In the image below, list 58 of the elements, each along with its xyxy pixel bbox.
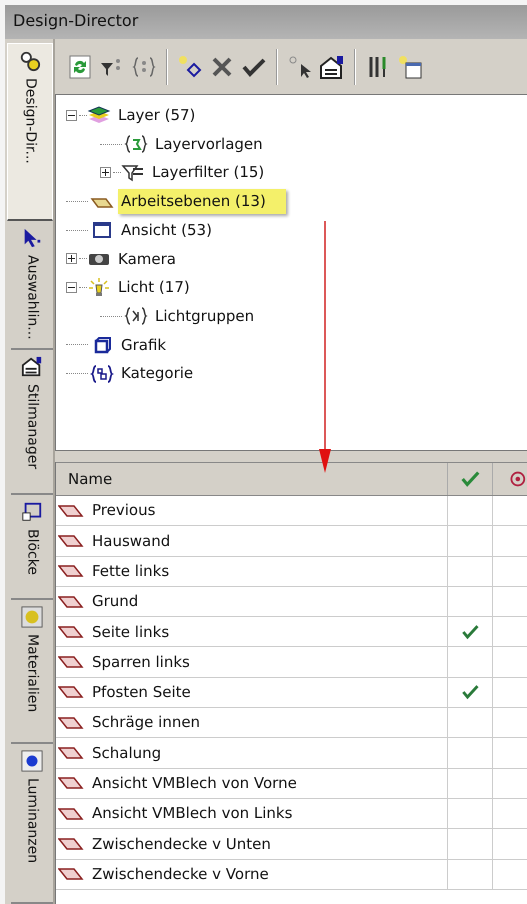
tree-item[interactable]: Grafik [118,332,170,358]
table-cell-text: Zwischendecke v Vorne [92,864,269,885]
plane-icon [58,806,84,821]
table-cell-text: Ansicht VMBlech von Vorne [92,773,297,794]
tree-item[interactable]: Kamera [115,246,179,272]
filter-icon [121,162,145,183]
properties-icon [21,356,43,378]
cursor-icon[interactable] [287,54,313,80]
table-cell-text: Schalung [92,742,162,764]
side-tab[interactable]: Auswahlin... [11,220,53,350]
light-icon [87,277,111,298]
tree-item[interactable]: Layer (57) [115,103,198,128]
plane-icon [58,624,84,639]
tree-item[interactable]: Licht (17) [115,275,193,300]
collapse-icon[interactable] [66,282,77,293]
plane-icon [58,504,84,518]
tree-item[interactable]: Kategorie [118,361,196,386]
table-cell-text: Grund [92,591,138,612]
table-cell-text: Seite links [92,622,170,643]
side-tab[interactable]: Design-Dir... [7,43,53,221]
window-icon [90,220,114,240]
tree-item[interactable]: Lichtgruppen [152,304,258,328]
plane-icon [58,836,84,851]
table-cell-text: Ansicht VMBlech von Links [92,803,292,824]
column-header[interactable]: Name [68,468,112,490]
plane-icon [58,746,84,760]
tree-item[interactable]: Arbeitsebenen (13) [118,189,286,214]
expand-icon[interactable] [66,253,77,264]
table-cell-text: Sparren links [92,652,190,673]
table-cell-text: Hauswand [92,530,170,552]
table-cell-text: Pfosten Seite [92,682,191,704]
plane-icon [58,594,84,609]
plane-icon [58,685,84,700]
category-icon [90,364,114,384]
globe-icon [21,750,43,772]
table-cell-text: Fette links [92,560,170,582]
plane-icon [58,716,84,730]
collapse-icon[interactable] [66,110,77,121]
block-icon [21,500,43,523]
tree-item[interactable]: Layerfilter (15) [149,160,268,185]
table-cell-text: Previous [92,500,156,522]
plane-icon [58,534,84,548]
plane-icon [58,867,84,882]
tree-item[interactable]: Layervorlagen [152,132,266,156]
table-cell-text: Zwischendecke v Unten [92,834,271,855]
table-cell-text: Schräge innen [92,712,200,734]
expand-icon[interactable] [100,167,111,178]
plane-icon [58,776,84,790]
new-point-icon[interactable] [177,54,203,80]
plane-icon [58,564,84,578]
properties-icon[interactable] [319,54,345,80]
window-title: Design-Director [5,5,527,39]
plane-icon [58,655,84,670]
refresh-icon[interactable] [67,54,93,80]
layers-icon [87,105,111,126]
new-window-icon[interactable] [397,54,423,80]
side-tab[interactable]: Materialien [11,600,53,744]
tree-item[interactable]: Ansicht (53) [118,218,215,242]
